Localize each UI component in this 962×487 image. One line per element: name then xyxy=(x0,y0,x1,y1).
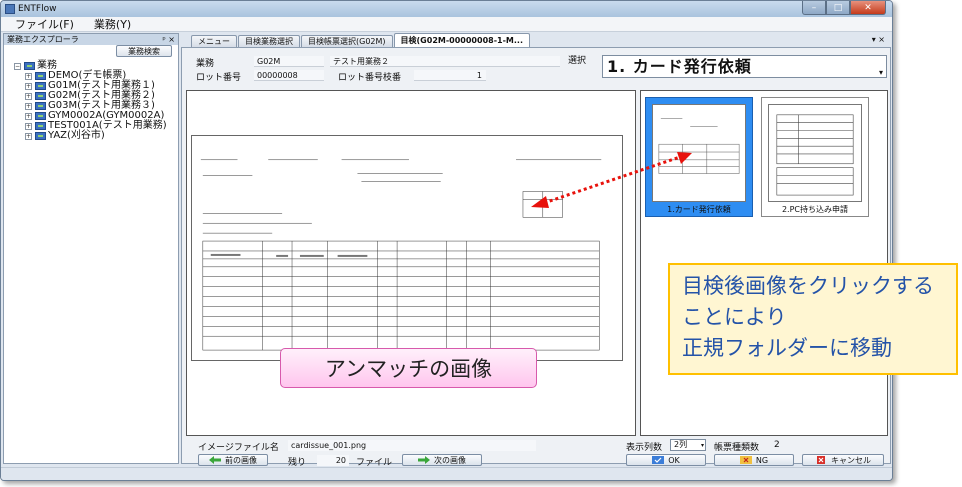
business-icon xyxy=(35,112,46,120)
gyomu-label: 業務 xyxy=(196,59,215,69)
lot-number-field: 00000008 xyxy=(254,70,324,81)
menu-file[interactable]: ファイル(F) xyxy=(15,16,74,32)
form-types-value: 2 xyxy=(774,440,780,450)
thumbnail-page xyxy=(768,104,862,202)
expand-icon[interactable]: + xyxy=(25,82,32,90)
expand-icon[interactable]: + xyxy=(25,92,32,100)
form-type-select-value: 1. カード発行依頼 xyxy=(607,57,752,76)
main-area: メニュー 目検業務選択 目検帳票選択(G02M) 目検(G02M-0000000… xyxy=(181,33,891,468)
thumbnail-page xyxy=(652,104,746,202)
dropdown-arrow-icon: ▾ xyxy=(878,68,884,77)
minimize-button[interactable]: – xyxy=(802,1,826,15)
window-controls: – □ ✕ xyxy=(802,1,886,15)
ok-label: OK xyxy=(668,455,680,465)
cancel-button[interactable]: キャンセル xyxy=(802,454,884,466)
business-icon xyxy=(35,72,46,80)
tab-strip: メニュー 目検業務選択 目検帳票選択(G02M) 目検(G02M-0000000… xyxy=(191,33,531,47)
prev-image-label: 前の画像 xyxy=(225,455,257,465)
tree-children: + DEMO(デモ帳票) + G01M(テスト用業務１) + G02M(テスト用業務２… xyxy=(14,71,167,141)
tab-inspection[interactable]: 目検(G02M-00000008-1-M... xyxy=(393,33,530,47)
close-button[interactable]: ✕ xyxy=(850,1,886,15)
tab-menu[interactable]: メニュー xyxy=(191,35,237,47)
tab-business-select[interactable]: 目検業務選択 xyxy=(238,35,300,47)
folder-icon xyxy=(24,62,35,70)
inspection-panel: 業務 G02M テスト用業務２ ロット番号 00000008 ロット番号枝番 1… xyxy=(181,47,891,468)
window-title: ENTFlow xyxy=(18,4,57,14)
thumbnail-caption: 1.カード発行依頼 xyxy=(667,205,731,214)
collapse-icon[interactable]: − xyxy=(14,62,21,70)
business-explorer-panel: 業務エクスプローラ ᵖ × 業務検索 − 業務 + DEMO(デモ帳票) + G01… xyxy=(3,33,179,464)
tab-controls[interactable]: ▾ × xyxy=(872,35,885,44)
image-file-label: イメージファイル名 xyxy=(198,443,279,453)
arrow-right-icon xyxy=(418,456,430,464)
columns-select[interactable]: 2列 ▾ xyxy=(670,439,706,451)
thumbnail-pc-request[interactable]: 2.PC持ち込み申請 xyxy=(761,97,869,217)
business-icon xyxy=(35,122,46,130)
business-icon xyxy=(35,92,46,100)
business-icon xyxy=(35,102,46,110)
scanned-document xyxy=(191,135,623,361)
instruction-callout: 目検後画像をクリックする ことにより 正規フォルダーに移動 xyxy=(668,263,958,375)
next-image-label: 次の画像 xyxy=(434,455,466,465)
arrow-left-icon xyxy=(209,456,221,464)
expand-icon[interactable]: + xyxy=(25,122,32,130)
explorer-title: 業務エクスプローラ xyxy=(7,35,79,44)
business-icon xyxy=(35,82,46,90)
expand-icon[interactable]: + xyxy=(25,102,32,110)
app-icon xyxy=(5,4,15,14)
selection-label: 選択 xyxy=(568,56,587,66)
thumbnail-card-issue[interactable]: 1.カード発行依頼 xyxy=(645,97,753,217)
business-search-button[interactable]: 業務検索 xyxy=(116,45,172,57)
check-icon xyxy=(652,456,665,464)
lot-branch-field: 1 xyxy=(414,70,486,81)
thumbnail-caption: 2.PC持ち込み申請 xyxy=(781,205,849,214)
cancel-icon xyxy=(817,456,825,464)
title-bar[interactable]: ENTFlow – □ ✕ xyxy=(1,1,892,17)
pin-close-icon[interactable]: ᵖ × xyxy=(162,35,175,44)
dropdown-arrow-icon: ▾ xyxy=(700,442,704,449)
lot-branch-label: ロット番号枝番 xyxy=(338,73,402,83)
unmatched-image-callout: アンマッチの画像 xyxy=(280,348,537,388)
columns-select-value: 2列 xyxy=(674,440,688,449)
tree-item-label: YAZ(刈谷市) xyxy=(48,130,105,141)
gyomu-name-field: テスト用業務２ xyxy=(330,56,560,67)
cancel-label: キャンセル xyxy=(831,455,871,465)
next-image-button[interactable]: 次の画像 xyxy=(402,454,482,466)
expand-icon[interactable]: + xyxy=(25,132,32,140)
menu-bar: ファイル(F) 業務(Y) xyxy=(1,17,892,32)
app-window: ENTFlow – □ ✕ ファイル(F) 業務(Y) 業務エクスプローラ ᵖ … xyxy=(0,0,893,481)
business-tree: − 業務 + DEMO(デモ帳票) + G01M(テスト用業務１) + G02M(テス… xyxy=(14,61,167,141)
instruction-line: 目検後画像をクリックする xyxy=(682,274,934,298)
lot-number-label: ロット番号 xyxy=(196,73,242,83)
menu-gyomu[interactable]: 業務(Y) xyxy=(94,16,131,32)
ng-button[interactable]: NG xyxy=(714,454,794,466)
tab-form-select[interactable]: 目検帳票選択(G02M) xyxy=(301,35,393,47)
ng-x-icon xyxy=(739,456,752,464)
columns-label: 表示列数 xyxy=(626,443,663,453)
maximize-button[interactable]: □ xyxy=(826,1,850,15)
ok-button[interactable]: OK xyxy=(626,454,706,466)
prev-image-button[interactable]: 前の画像 xyxy=(198,454,268,466)
instruction-line: 正規フォルダーに移動 xyxy=(682,336,892,360)
explorer-header: 業務エクスプローラ ᵖ × xyxy=(4,34,178,45)
remain-count: 20 xyxy=(317,455,349,466)
expand-icon[interactable]: + xyxy=(25,112,32,120)
business-icon xyxy=(35,132,46,140)
tree-item[interactable]: + YAZ(刈谷市) xyxy=(25,131,167,141)
instruction-line: ことにより xyxy=(682,305,787,329)
form-type-select[interactable]: 1. カード発行依頼 ▾ xyxy=(602,55,887,78)
expand-icon[interactable]: + xyxy=(25,72,32,80)
image-file-field: cardissue_001.png xyxy=(288,440,536,451)
gyomu-code-field: G02M xyxy=(254,56,324,67)
form-types-label: 帳票種類数 xyxy=(714,443,760,453)
status-bar xyxy=(1,467,892,480)
ng-label: NG xyxy=(755,455,769,465)
